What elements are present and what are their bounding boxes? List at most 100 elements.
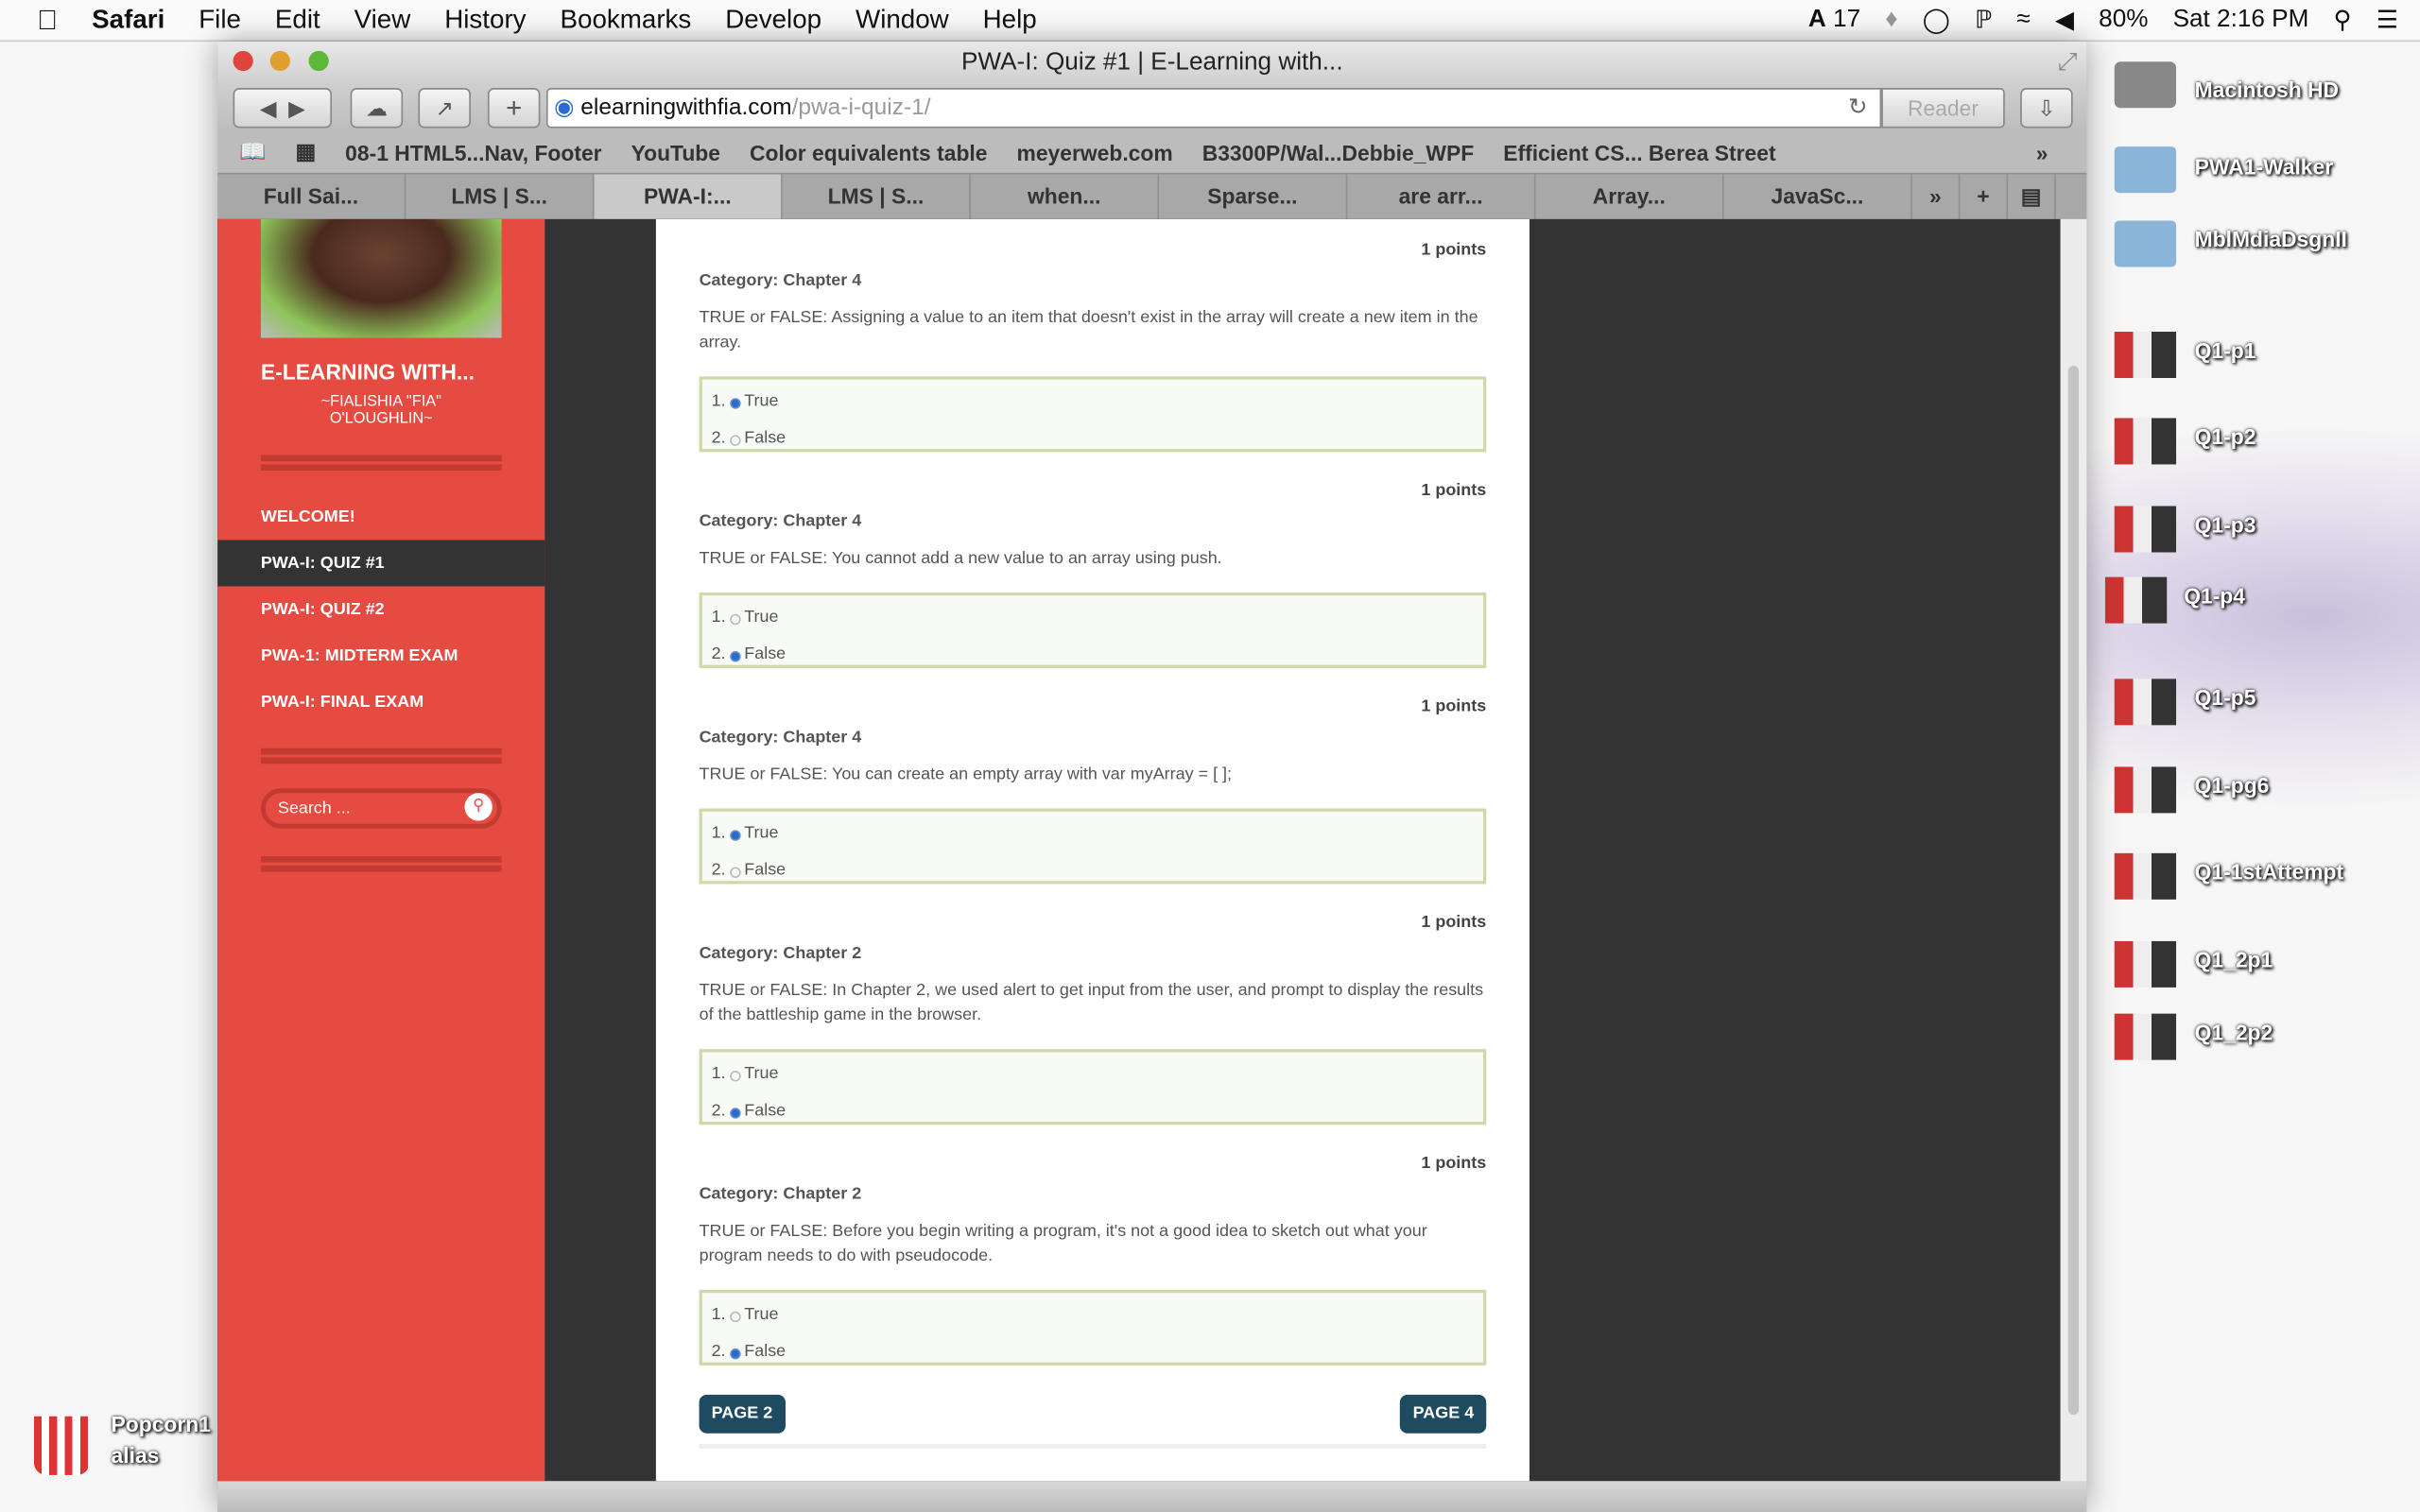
screenshot-file-icon[interactable] — [2114, 766, 2177, 814]
reload-icon[interactable]: ↻ — [1848, 90, 1868, 127]
desktop-item[interactable]: MblMdiaDsgnII — [2195, 227, 2347, 251]
minimize-button[interactable] — [269, 50, 290, 72]
bookmark[interactable]: meyerweb.com — [1017, 140, 1173, 164]
radio-selected[interactable] — [730, 1108, 741, 1119]
answer-option[interactable]: 1. True — [712, 386, 1475, 422]
bookmark[interactable]: B3300P/Wal...Debbie_WPF — [1202, 140, 1474, 164]
close-button[interactable] — [233, 50, 253, 72]
tab-active[interactable]: PWA-I:... — [594, 174, 783, 219]
reader-button[interactable]: Reader — [1881, 88, 2005, 129]
menu-file[interactable]: File — [199, 5, 241, 36]
desktop-item[interactable]: Q1-p2 — [2195, 424, 2256, 449]
screenshot-file-icon[interactable] — [2114, 506, 2177, 553]
time-machine-icon[interactable]: ◯ — [1923, 5, 1950, 36]
scrollbar[interactable] — [2060, 218, 2087, 1482]
spotlight-icon[interactable]: ⚲ — [2333, 5, 2351, 36]
answer-option[interactable]: 1. True — [712, 1299, 1475, 1336]
apple-icon[interactable]:  — [37, 4, 58, 36]
icloud-tabs-icon[interactable]: ☁ — [350, 88, 404, 129]
wifi-icon[interactable]: ≈ — [2016, 7, 2030, 34]
screenshot-file-icon[interactable] — [2104, 576, 2168, 624]
desktop-item[interactable]: Q1-pg6 — [2195, 773, 2270, 798]
nav-quiz-2[interactable]: PWA-I: QUIZ #2 — [217, 586, 544, 632]
hard-drive-icon[interactable] — [2114, 61, 2177, 109]
clock[interactable]: Sat 2:16 PM — [2173, 7, 2309, 34]
answer-option[interactable]: 1. True — [712, 1058, 1475, 1095]
radio-selected[interactable] — [730, 650, 741, 662]
tab[interactable]: Full Sai... — [217, 174, 406, 219]
menu-help[interactable]: Help — [983, 5, 1037, 36]
search-icon[interactable]: ⚲ — [464, 793, 493, 821]
bookmark[interactable]: 08-1 HTML5...Nav, Footer — [345, 140, 601, 164]
desktop-item[interactable]: Q1_2p1 — [2195, 947, 2273, 971]
tab[interactable]: JavaSc... — [1724, 174, 1912, 219]
tab[interactable]: LMS | S... — [406, 174, 595, 219]
folder-icon[interactable] — [2114, 220, 2177, 267]
menu-app[interactable]: Safari — [92, 5, 164, 36]
tab[interactable]: are arr... — [1347, 174, 1536, 219]
menu-bookmarks[interactable]: Bookmarks — [560, 5, 691, 36]
radio-selected[interactable] — [730, 830, 741, 841]
screenshot-file-icon[interactable] — [2114, 852, 2177, 900]
popcorn-label[interactable]: Popcorn1 — [112, 1412, 211, 1436]
new-tab-plus-icon[interactable]: + — [487, 88, 541, 129]
screenshot-file-icon[interactable] — [2114, 1013, 2177, 1060]
nav-midterm[interactable]: PWA-1: MIDTERM EXAM — [217, 632, 544, 679]
radio[interactable] — [730, 435, 741, 446]
volume-icon[interactable]: ◀ — [2055, 5, 2074, 36]
tab-view-icon[interactable]: ▤ — [2008, 174, 2056, 219]
nav-final[interactable]: PWA-I: FINAL EXAM — [217, 679, 544, 725]
scrollbar-thumb[interactable] — [2067, 365, 2080, 1416]
bookmark[interactable]: YouTube — [631, 140, 720, 164]
screenshot-file-icon[interactable] — [2114, 679, 2177, 726]
radio[interactable] — [730, 613, 741, 626]
more-tabs-icon[interactable]: » — [1912, 174, 1961, 219]
answer-option[interactable]: 2. False — [712, 422, 1475, 459]
radio[interactable] — [730, 1311, 741, 1323]
site-title[interactable]: E-LEARNING WITH... — [261, 359, 475, 384]
radio-selected[interactable] — [730, 398, 741, 409]
zoom-button[interactable] — [308, 50, 329, 72]
screenshot-file-icon[interactable] — [2114, 418, 2177, 465]
nav-welcome[interactable]: WELCOME! — [217, 493, 544, 540]
next-page-button[interactable]: PAGE 4 — [1400, 1394, 1487, 1434]
battery-percent[interactable]: 80% — [2099, 7, 2148, 34]
desktop-item[interactable]: Q1-p5 — [2195, 685, 2256, 710]
radio[interactable] — [730, 1071, 741, 1082]
menu-edit[interactable]: Edit — [275, 5, 320, 36]
more-bookmarks-icon[interactable]: » — [2036, 140, 2048, 164]
answer-option[interactable]: 2. False — [712, 854, 1475, 891]
screenshot-file-icon[interactable] — [2114, 940, 2177, 988]
menu-view[interactable]: View — [354, 5, 411, 36]
bookmark[interactable]: Color equivalents table — [750, 140, 988, 164]
notification-icon[interactable]: ♦ — [1885, 7, 1897, 34]
answer-option[interactable]: 1. True — [712, 602, 1475, 639]
tab[interactable]: Sparse... — [1159, 174, 1348, 219]
desktop-item[interactable]: Q1-p4 — [2184, 583, 2245, 608]
list-icon[interactable]: ☰ — [2377, 5, 2398, 36]
desktop-item[interactable]: Q1-p1 — [2195, 338, 2256, 363]
menu-window[interactable]: Window — [856, 5, 949, 36]
tab[interactable]: Array... — [1535, 174, 1724, 219]
reading-list-icon[interactable]: 📖 — [239, 139, 266, 165]
answer-option[interactable]: 2. False — [712, 1095, 1475, 1132]
desktop-item[interactable]: Q1_2p2 — [2195, 1020, 2273, 1044]
radio[interactable] — [730, 867, 741, 878]
answer-option[interactable]: 1. True — [712, 817, 1475, 854]
desktop-item[interactable]: PWA1-Walker — [2195, 154, 2334, 179]
menu-history[interactable]: History — [444, 5, 526, 36]
previous-page-button[interactable]: PAGE 2 — [699, 1394, 786, 1434]
folder-icon[interactable] — [2114, 146, 2177, 194]
downloads-icon[interactable]: ⇩ — [2020, 88, 2073, 129]
nav-quiz-1[interactable]: PWA-I: QUIZ #1 — [217, 540, 545, 587]
share-icon[interactable]: ↗ — [418, 88, 471, 129]
radio-selected[interactable] — [730, 1348, 741, 1360]
back-forward-button[interactable]: ◀ ▶ — [233, 88, 333, 129]
desktop-item[interactable]: Macintosh HD — [2195, 77, 2339, 102]
adobe-icon[interactable]: A 17 — [1808, 7, 1860, 34]
screenshot-file-icon[interactable] — [2114, 332, 2177, 378]
address-bar[interactable]: ◉ elearningwithfia.com/pwa-i-quiz-1/ ↻ — [545, 88, 1882, 129]
answer-option[interactable]: 2. False — [712, 1336, 1475, 1373]
top-sites-icon[interactable]: ▦ — [296, 139, 317, 165]
popcorn-icon[interactable] — [33, 1416, 90, 1475]
